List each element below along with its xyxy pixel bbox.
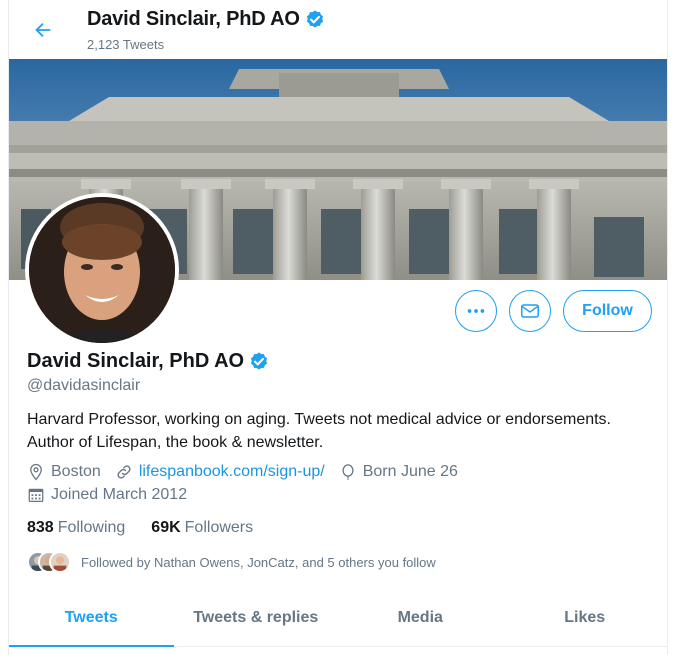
profile-avatar[interactable] bbox=[25, 193, 179, 347]
link-icon bbox=[117, 465, 131, 479]
verified-badge-icon bbox=[248, 351, 270, 373]
tab-media[interactable]: Media bbox=[338, 590, 503, 646]
follow-button[interactable]: Follow bbox=[563, 290, 652, 332]
location-pin-icon bbox=[30, 463, 42, 481]
followers-count: 69K bbox=[151, 519, 181, 536]
profile-meta-row: Boston lifespanbook.com/sign-up/ Born Ju… bbox=[27, 463, 472, 481]
profile-handle: @davidasinclair bbox=[27, 377, 141, 394]
follower-avatars bbox=[27, 551, 73, 573]
tab-likes[interactable]: Likes bbox=[503, 590, 668, 646]
joined-text: Joined March 2012 bbox=[51, 486, 188, 503]
followers-stat[interactable]: 69K Followers bbox=[151, 519, 253, 537]
location-item: Boston bbox=[27, 463, 101, 481]
profile-name: David Sinclair, PhD AO bbox=[27, 350, 270, 373]
more-options-button[interactable] bbox=[455, 290, 497, 332]
followed-by-text: Followed by Nathan Owens, JonCatz, and 5… bbox=[81, 554, 436, 570]
birthday-item: Born June 26 bbox=[339, 463, 458, 481]
back-arrow-icon bbox=[35, 22, 51, 38]
back-button[interactable] bbox=[29, 16, 57, 44]
profile-name-text: David Sinclair, PhD AO bbox=[27, 350, 245, 372]
profile-bio: Harvard Professor, working on aging. Twe… bbox=[27, 411, 611, 451]
profile-tabs: Tweets Tweets & replies Media Likes bbox=[9, 590, 667, 647]
message-button[interactable] bbox=[509, 290, 551, 332]
profile-header-bar: David Sinclair, PhD AO 2,123 Tweets bbox=[9, 0, 667, 59]
balloon-icon bbox=[342, 464, 354, 481]
joined-row: Joined March 2012 bbox=[27, 486, 201, 504]
website-link[interactable]: lifespanbook.com/sign-up/ bbox=[139, 463, 325, 481]
calendar-icon bbox=[28, 488, 44, 503]
tab-tweets[interactable]: Tweets bbox=[9, 590, 174, 647]
following-count: 838 bbox=[27, 519, 54, 536]
envelope-icon bbox=[521, 304, 539, 318]
more-dots-icon bbox=[467, 309, 485, 313]
profile-page: David Sinclair, PhD AO 2,123 Tweets Foll… bbox=[8, 0, 668, 655]
following-stat[interactable]: 838 Following bbox=[27, 519, 125, 537]
birthday-text: Born June 26 bbox=[362, 463, 458, 480]
avatar-photo bbox=[29, 197, 175, 343]
header-name: David Sinclair, PhD AO bbox=[87, 8, 300, 30]
location-text: Boston bbox=[51, 463, 101, 480]
joined-item: Joined March 2012 bbox=[27, 486, 187, 504]
header-title: David Sinclair, PhD AO bbox=[87, 8, 326, 31]
verified-badge-icon bbox=[304, 9, 326, 31]
website-item[interactable]: lifespanbook.com/sign-up/ bbox=[115, 463, 325, 481]
tweet-count: 2,123 Tweets bbox=[87, 37, 165, 52]
followers-label: Followers bbox=[184, 519, 254, 536]
followed-by-row[interactable]: Followed by Nathan Owens, JonCatz, and 5… bbox=[27, 551, 436, 573]
follower-avatar bbox=[49, 551, 71, 573]
following-label: Following bbox=[57, 519, 126, 536]
follow-stats: 838 Following 69K Followers bbox=[27, 519, 279, 537]
tab-tweets-and-replies[interactable]: Tweets & replies bbox=[174, 590, 339, 646]
